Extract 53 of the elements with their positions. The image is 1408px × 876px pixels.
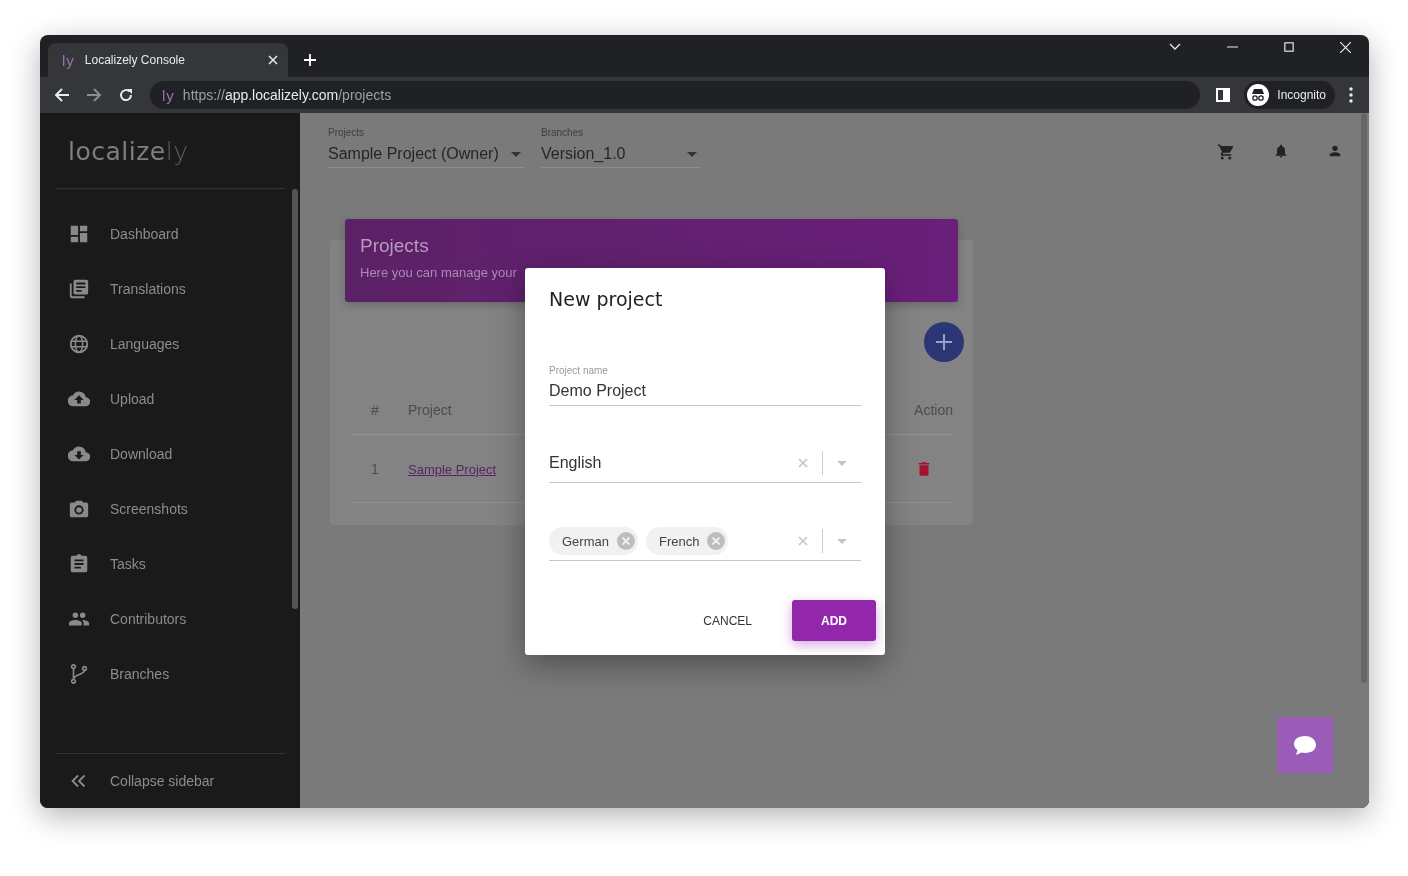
add-button[interactable]: ADD xyxy=(792,600,876,641)
language-chip[interactable]: French xyxy=(645,527,729,555)
menu-icon[interactable] xyxy=(1349,87,1353,103)
close-icon[interactable] xyxy=(268,55,278,65)
sidebar-item[interactable]: Dashboard xyxy=(40,206,300,261)
cancel-button[interactable]: CANCEL xyxy=(681,601,774,640)
sidebar-item[interactable]: Languages xyxy=(40,316,300,371)
address-bar[interactable]: ly https://app.localizely.com/projects xyxy=(150,81,1201,109)
project-link[interactable]: Sample Project xyxy=(408,461,497,477)
site-icon: ly xyxy=(162,87,175,103)
close-icon[interactable] xyxy=(1340,41,1351,53)
card-subtitle: Here you can manage your xyxy=(360,265,518,280)
target-languages-select[interactable]: German French xyxy=(549,522,861,561)
dialog-title: New project xyxy=(549,288,664,310)
incognito-icon xyxy=(1247,84,1270,106)
sidebar-item[interactable]: Tasks xyxy=(40,536,300,591)
dropdown-icon xyxy=(687,151,697,157)
globe-icon xyxy=(68,332,90,355)
incognito-button[interactable]: Incognito xyxy=(1244,81,1335,109)
tab-search-icon[interactable] xyxy=(1169,43,1181,51)
chat-button[interactable] xyxy=(1277,717,1333,773)
bell-icon[interactable] xyxy=(1273,143,1289,159)
forward-icon[interactable] xyxy=(86,87,102,103)
add-button[interactable] xyxy=(924,322,964,362)
column-header: # xyxy=(371,402,379,418)
maximize-icon[interactable] xyxy=(1284,42,1294,52)
side-panel-icon[interactable] xyxy=(1216,88,1231,102)
card-title: Projects xyxy=(360,235,430,257)
language-chip[interactable]: German xyxy=(549,527,638,555)
sidebar-item[interactable]: Branches xyxy=(40,646,300,701)
documents-icon xyxy=(68,277,90,300)
url-text: https://app.localizely.com/projects xyxy=(182,87,392,103)
reload-icon[interactable] xyxy=(118,87,134,103)
select-field[interactable]: Projects Sample Project (Owner) xyxy=(328,127,525,168)
logo: localizely xyxy=(67,136,190,168)
tab-title: Localizely Console xyxy=(84,53,186,67)
collapse-sidebar-button[interactable]: Collapse sidebar xyxy=(40,754,300,808)
cart-icon[interactable] xyxy=(1217,143,1235,161)
favicon: ly xyxy=(62,52,75,68)
new-tab-icon[interactable] xyxy=(304,54,316,66)
select-field[interactable]: Branches Version_1.0 xyxy=(541,127,701,168)
project-name-field[interactable]: Project name Demo Project xyxy=(549,365,861,406)
dropdown-icon xyxy=(511,151,521,157)
back-icon[interactable] xyxy=(54,87,70,103)
sidebar-item[interactable]: Screenshots xyxy=(40,481,300,536)
sidebar-item[interactable]: Contributors xyxy=(40,591,300,646)
clipboard-icon xyxy=(68,552,90,575)
branch-icon xyxy=(68,662,90,685)
user-icon[interactable] xyxy=(1327,143,1343,159)
sidebar-item[interactable]: Download xyxy=(40,426,300,481)
browser-tab[interactable]: ly Localizely Console xyxy=(48,43,288,77)
sidebar-item[interactable]: Translations xyxy=(40,261,300,316)
sidebar-item[interactable]: Upload xyxy=(40,371,300,426)
